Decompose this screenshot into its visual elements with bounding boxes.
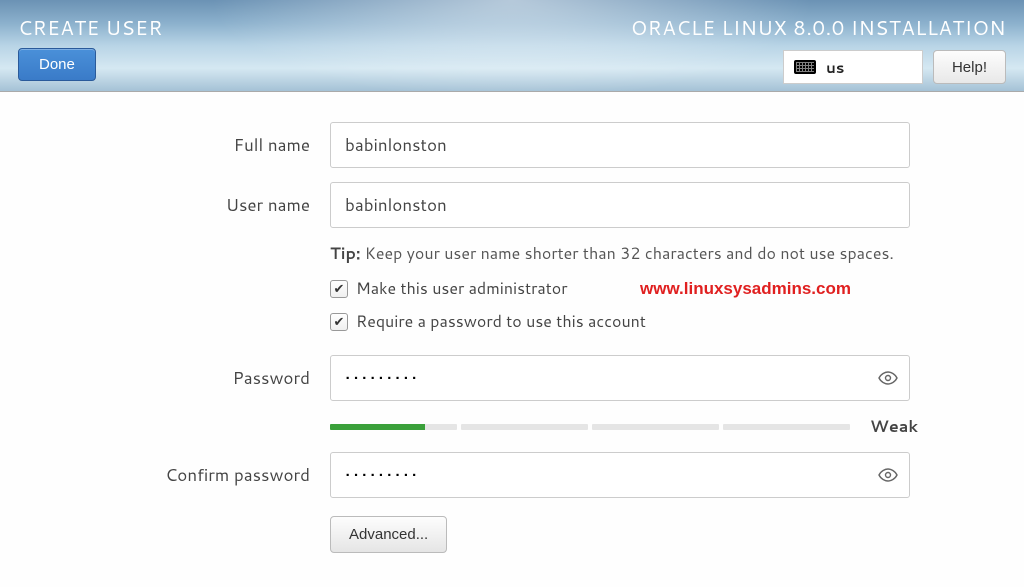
strength-seg-4 [723, 424, 850, 430]
tip-prefix: Tip: [330, 242, 360, 265]
confirm-label: Confirm password [60, 463, 310, 487]
username-field-wrap [330, 182, 910, 228]
strength-seg-3 [592, 424, 719, 430]
header-left: CREATE USER Done [18, 14, 163, 81]
advanced-row: Advanced... [60, 516, 964, 553]
advanced-wrap: Advanced... [330, 516, 910, 553]
page-title: CREATE USER [18, 14, 163, 42]
password-wrap [330, 355, 910, 401]
reqpw-checkbox-row: Require a password to use this account [60, 310, 964, 333]
password-label: Password [60, 366, 310, 390]
confirm-wrap [330, 452, 910, 498]
confirm-field-wrap [330, 452, 910, 498]
tip-row: Tip: Keep your user name shorter than 32… [60, 242, 964, 265]
eye-icon [878, 468, 898, 482]
password-visibility-toggle[interactable] [876, 366, 900, 390]
fullname-input[interactable] [330, 122, 910, 168]
reqpw-checkbox-wrap[interactable]: Require a password to use this account [330, 310, 646, 333]
strength-seg-2 [461, 424, 588, 430]
confirm-row: Confirm password [60, 452, 964, 498]
confirm-visibility-toggle[interactable] [876, 463, 900, 487]
password-row: Password [60, 355, 964, 401]
admin-checkbox-row: Make this user administrator www.linuxsy… [60, 277, 964, 300]
eye-icon [878, 371, 898, 385]
password-strength-label: Weak [870, 415, 918, 438]
username-input[interactable] [330, 182, 910, 228]
password-field-wrap [330, 355, 910, 401]
password-input[interactable] [330, 355, 910, 401]
fullname-label: Full name [60, 133, 310, 157]
password-strength-bar [330, 424, 850, 430]
advanced-button[interactable]: Advanced... [330, 516, 447, 553]
content-area: Full name User name Tip: Keep your user … [0, 92, 1024, 587]
admin-checkbox-wrap[interactable]: Make this user administrator [330, 277, 568, 300]
tip-body: Keep your user name shorter than 32 char… [360, 242, 893, 265]
reqpw-checkbox[interactable] [330, 313, 348, 331]
reqpw-checkbox-label: Require a password to use this account [356, 310, 646, 333]
admin-checkbox[interactable] [330, 280, 348, 298]
keyboard-layout-indicator[interactable]: us [783, 50, 923, 84]
header-right: ORACLE LINUX 8.0.0 INSTALLATION us Help! [631, 14, 1006, 84]
install-title: ORACLE LINUX 8.0.0 INSTALLATION [631, 14, 1006, 42]
keyboard-layout-label: us [826, 57, 844, 78]
confirm-password-input[interactable] [330, 452, 910, 498]
username-row: User name [60, 182, 964, 228]
strength-seg-1 [330, 424, 457, 430]
header-right-row: us Help! [783, 50, 1006, 84]
password-strength-row: Weak [60, 415, 964, 438]
admin-checkbox-label: Make this user administrator [356, 277, 568, 300]
username-label: User name [60, 193, 310, 217]
keyboard-icon [794, 60, 816, 74]
help-button[interactable]: Help! [933, 50, 1006, 84]
tip-spacer [60, 242, 310, 265]
done-button[interactable]: Done [18, 48, 96, 81]
fullname-field-wrap [330, 122, 910, 168]
header-bar: CREATE USER Done ORACLE LINUX 8.0.0 INST… [0, 0, 1024, 92]
watermark-text: www.linuxsysadmins.com [640, 279, 851, 299]
username-tip: Tip: Keep your user name shorter than 32… [330, 242, 894, 265]
fullname-row: Full name [60, 122, 964, 168]
